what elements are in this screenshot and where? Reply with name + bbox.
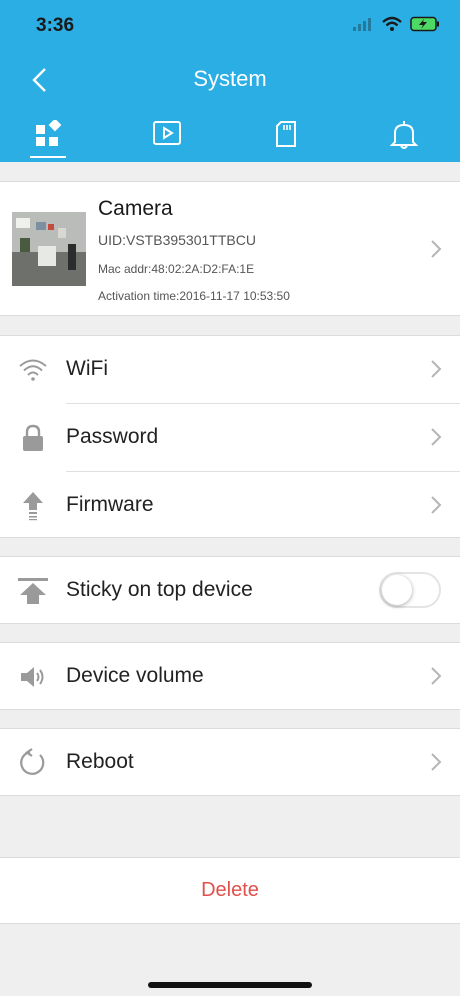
status-icons xyxy=(352,16,440,37)
speaker-icon xyxy=(16,661,50,693)
home-indicator[interactable] xyxy=(148,982,312,988)
app-header: 3:36 System xyxy=(0,0,460,162)
signal-icon xyxy=(352,17,374,36)
chevron-right-icon xyxy=(430,238,442,260)
tab-dashboard[interactable] xyxy=(18,112,78,162)
camera-mac-address: Mac addr:48:02:2A:D2:FA:1E xyxy=(98,262,255,276)
settings-row-sticky-on-top: Sticky on top device xyxy=(0,557,460,624)
chevron-right-icon xyxy=(430,751,442,773)
tab-alerts[interactable] xyxy=(374,112,434,162)
chevron-right-icon xyxy=(430,426,442,448)
chevron-right-icon xyxy=(430,358,442,380)
volume-settings-group: Device volume xyxy=(0,642,460,710)
camera-activation-time: Activation time:2016-11-17 10:53:50 xyxy=(98,289,290,303)
password-label: Password xyxy=(66,425,159,448)
sd-card-icon xyxy=(276,121,296,147)
settings-row-firmware[interactable]: Firmware xyxy=(0,472,460,539)
volume-label: Device volume xyxy=(66,664,204,687)
chevron-right-icon xyxy=(430,665,442,687)
settings-row-password[interactable]: Password xyxy=(0,404,460,471)
delete-button[interactable]: Delete xyxy=(0,879,460,902)
lock-icon xyxy=(16,422,50,454)
settings-row-wifi[interactable]: WiFi xyxy=(0,336,460,403)
chevron-right-icon xyxy=(430,494,442,516)
reboot-label: Reboot xyxy=(66,750,134,773)
tab-playback[interactable] xyxy=(137,112,197,162)
wifi-icon xyxy=(16,354,50,386)
pin-to-top-icon xyxy=(16,575,50,607)
upgrade-arrow-icon xyxy=(16,490,50,522)
camera-uid: UID:VSTB395301TTBCU xyxy=(98,232,256,248)
network-settings-group: WiFi Password Firmware xyxy=(0,335,460,538)
camera-name: Camera xyxy=(98,197,173,220)
toggle-knob xyxy=(382,575,412,605)
refresh-icon xyxy=(16,747,50,779)
battery-icon xyxy=(410,16,440,37)
bell-icon xyxy=(390,121,418,149)
settings-row-device-volume[interactable]: Device volume xyxy=(0,643,460,710)
status-time: 3:36 xyxy=(36,15,75,36)
sticky-toggle[interactable] xyxy=(379,572,441,608)
firmware-label: Firmware xyxy=(66,493,154,516)
tab-sd-card[interactable] xyxy=(256,112,316,162)
settings-row-reboot[interactable]: Reboot xyxy=(0,729,460,796)
sticky-settings-group: Sticky on top device xyxy=(0,556,460,624)
sticky-label: Sticky on top device xyxy=(66,578,253,601)
dashboard-icon xyxy=(36,120,62,146)
tab-bar xyxy=(0,112,460,162)
wifi-label: WiFi xyxy=(66,357,108,380)
camera-snapshot xyxy=(12,212,86,286)
video-playback-icon xyxy=(153,121,181,145)
delete-section: Delete xyxy=(0,857,460,924)
page-title: System xyxy=(193,66,267,91)
wifi-status-icon xyxy=(382,16,402,37)
reboot-settings-group: Reboot xyxy=(0,728,460,796)
